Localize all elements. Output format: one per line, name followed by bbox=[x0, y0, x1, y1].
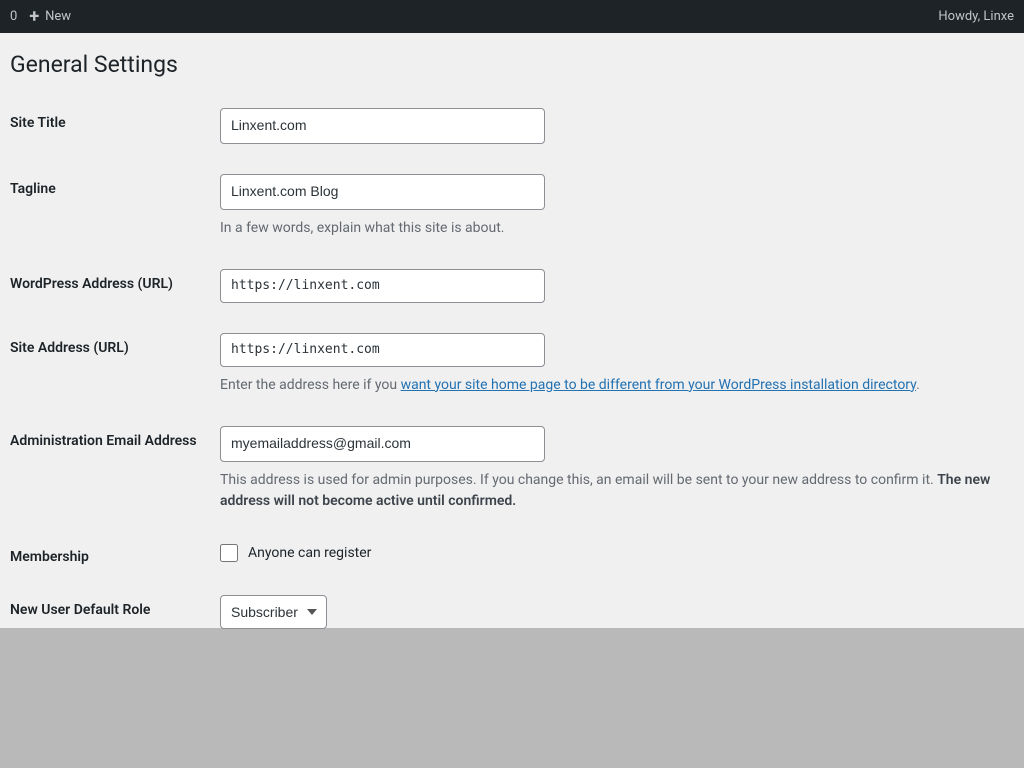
input-site-address[interactable] bbox=[220, 333, 545, 367]
field-membership: Anyone can register bbox=[220, 542, 1024, 562]
row-site-title: Site Title bbox=[10, 108, 1024, 144]
label-tagline: Tagline bbox=[10, 174, 220, 197]
label-admin-email: Administration Email Address bbox=[10, 426, 220, 449]
desc-admin-email-prefix: This address is used for admin purposes.… bbox=[220, 472, 937, 488]
plus-icon: + bbox=[29, 8, 39, 26]
row-default-role: New User Default Role Subscriber bbox=[10, 595, 1024, 630]
input-wp-address[interactable] bbox=[220, 269, 545, 303]
field-admin-email: This address is used for admin purposes.… bbox=[220, 426, 1024, 512]
row-admin-email: Administration Email Address This addres… bbox=[10, 426, 1024, 512]
field-default-role: Subscriber bbox=[220, 595, 1024, 630]
row-tagline: Tagline In a few words, explain what thi… bbox=[10, 174, 1024, 239]
admin-bar-greeting[interactable]: Howdy, Linxe bbox=[938, 9, 1014, 24]
select-wrap-default-role: Subscriber bbox=[220, 595, 327, 630]
input-tagline[interactable] bbox=[220, 174, 545, 210]
admin-bar-left: 0 + New bbox=[10, 8, 71, 26]
field-site-title bbox=[220, 108, 1024, 144]
desc-tagline: In a few words, explain what this site i… bbox=[220, 218, 1024, 239]
select-default-role[interactable]: Subscriber bbox=[220, 595, 327, 630]
checkbox-label-membership: Anyone can register bbox=[248, 545, 371, 561]
desc-site-address: Enter the address here if you want your … bbox=[220, 375, 1024, 396]
label-site-title: Site Title bbox=[10, 108, 220, 131]
row-membership: Membership Anyone can register bbox=[10, 542, 1024, 565]
field-tagline: In a few words, explain what this site i… bbox=[220, 174, 1024, 239]
label-site-address: Site Address (URL) bbox=[10, 333, 220, 356]
content-area: General Settings Site Title Tagline In a… bbox=[0, 33, 1024, 628]
desc-site-address-suffix: . bbox=[916, 377, 920, 393]
row-wp-address: WordPress Address (URL) bbox=[10, 269, 1024, 303]
checkbox-wrap-membership: Anyone can register bbox=[220, 542, 1024, 562]
admin-bar: 0 + New Howdy, Linxe bbox=[0, 0, 1024, 33]
checkbox-membership[interactable] bbox=[220, 544, 238, 562]
label-wp-address: WordPress Address (URL) bbox=[10, 269, 220, 292]
page-title: General Settings bbox=[10, 51, 1024, 78]
desc-site-address-prefix: Enter the address here if you bbox=[220, 377, 401, 393]
label-membership: Membership bbox=[10, 542, 220, 565]
row-site-address: Site Address (URL) Enter the address her… bbox=[10, 333, 1024, 396]
label-default-role: New User Default Role bbox=[10, 595, 220, 618]
new-label: New bbox=[45, 9, 71, 24]
admin-bar-comments[interactable]: 0 bbox=[10, 9, 17, 24]
admin-bar-new[interactable]: + New bbox=[29, 8, 71, 26]
field-wp-address bbox=[220, 269, 1024, 303]
link-site-address-help[interactable]: want your site home page to be different… bbox=[401, 377, 917, 393]
input-admin-email[interactable] bbox=[220, 426, 545, 462]
settings-form: Site Title Tagline In a few words, expla… bbox=[10, 108, 1024, 629]
bottom-inactive-area bbox=[0, 628, 1024, 768]
comment-count: 0 bbox=[10, 9, 17, 24]
field-site-address: Enter the address here if you want your … bbox=[220, 333, 1024, 396]
greeting-text: Howdy, Linxe bbox=[938, 9, 1014, 24]
desc-admin-email: This address is used for admin purposes.… bbox=[220, 470, 1024, 512]
input-site-title[interactable] bbox=[220, 108, 545, 144]
